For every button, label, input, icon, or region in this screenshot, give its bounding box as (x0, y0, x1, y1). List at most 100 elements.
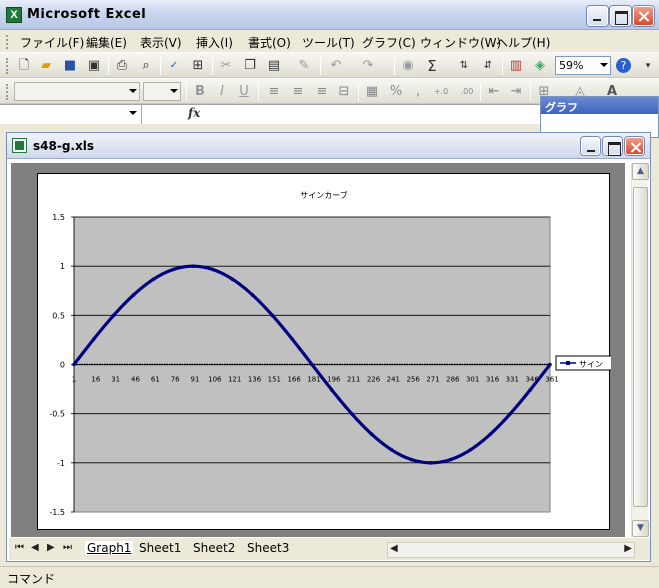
align-center-icon[interactable]: ≡ (290, 84, 306, 100)
y-tick-label: 1.5 (52, 213, 65, 222)
decrease-decimal-icon[interactable]: .00 +.0 (456, 84, 478, 112)
menu-view[interactable]: 表示(V) (140, 34, 182, 51)
format-painter-icon[interactable]: ✎ (296, 58, 312, 74)
increase-decimal-icon[interactable]: +.0 .00 (430, 84, 452, 112)
scroll-left-icon[interactable]: ◀ (390, 543, 398, 554)
data-point (429, 461, 433, 465)
italic-icon[interactable]: I (214, 84, 230, 100)
data-point (72, 362, 76, 367)
print-preview-icon[interactable]: ⌕ (138, 58, 154, 74)
y-axis[interactable]: -1.5 -1 -0.5 0 0.5 1 1.5 (49, 213, 75, 517)
bold-icon[interactable]: B (192, 84, 208, 100)
insert-function-icon[interactable]: fx (188, 106, 200, 120)
menu-window[interactable]: ウィンドウ(W) (420, 34, 501, 51)
font-name-select[interactable] (14, 82, 140, 101)
x-tick-label: 166 (287, 376, 301, 384)
comma-icon[interactable]: , (410, 84, 426, 100)
legend[interactable]: サイン (555, 355, 611, 371)
new-icon[interactable]: 🗋 (16, 58, 32, 74)
data-point (230, 277, 235, 282)
workbook-close-button[interactable] (625, 137, 644, 155)
percent-icon[interactable]: % (388, 84, 404, 100)
scroll-right-icon[interactable]: ▶ (624, 543, 632, 554)
print-icon[interactable]: ⎙ (114, 58, 130, 74)
undo-icon[interactable]: ↶ (328, 58, 344, 74)
menu-help[interactable]: ヘルプ(H) (496, 34, 550, 51)
horizontal-scrollbar[interactable]: ◀ ▶ (387, 542, 635, 558)
data-point (92, 337, 96, 341)
menu-edit[interactable]: 編集(E) (86, 34, 127, 51)
save-icon[interactable]: ■ (62, 58, 78, 74)
chart-area[interactable]: サインカーブ -1.5 -1 -0.5 0 0.5 1 1.5 1 16 31 46 61 76 91 1… (37, 173, 611, 531)
decrease-indent-icon[interactable]: ⇤ (486, 84, 502, 100)
redo-icon[interactable]: ↷ (360, 58, 376, 74)
drawing-icon[interactable]: ◈ (532, 58, 548, 74)
chart-toolbar-title[interactable]: グラフ (541, 97, 658, 114)
spelling-icon[interactable]: ✓ (166, 58, 182, 74)
toolbar-separator (160, 57, 161, 75)
menu-grip[interactable] (6, 35, 9, 49)
merge-center-icon[interactable]: ⊟ (336, 84, 352, 100)
increase-indent-icon[interactable]: ⇥ (508, 84, 524, 100)
sine-chart[interactable]: サインカーブ -1.5 -1 -0.5 0 0.5 1 1.5 1 16 31 46 61 76 91 1… (38, 174, 611, 531)
scroll-up-button[interactable]: ▲ (632, 163, 649, 180)
chart-title[interactable]: サインカーブ (300, 190, 348, 200)
menu-insert[interactable]: 挿入(I) (196, 34, 233, 51)
help-icon[interactable]: ? (616, 58, 631, 73)
tab-sheet1[interactable]: Sheet1 (139, 541, 181, 555)
menu-chart[interactable]: グラフ(C) (362, 34, 416, 51)
minimize-button[interactable] (587, 6, 608, 26)
tab-sheet2[interactable]: Sheet2 (193, 541, 235, 555)
data-point (548, 362, 552, 367)
font-size-select[interactable] (143, 82, 181, 101)
autosum-icon[interactable]: Σ (424, 58, 440, 74)
copy-icon[interactable]: ❐ (242, 58, 258, 74)
menu-file[interactable]: ファイル(F) (20, 34, 84, 51)
prev-sheet-icon[interactable]: ◀ (31, 542, 39, 553)
workbook-window: s48-g.xls サインカーブ -1.5 -1 -0.5 0 0.5 1 1.5 1 16 3… (6, 132, 651, 562)
toolbar-grip[interactable] (6, 58, 9, 74)
scroll-thumb[interactable] (633, 187, 648, 507)
research-icon[interactable]: ⊞ (190, 58, 206, 74)
hyperlink-icon[interactable]: ◉ (400, 58, 416, 74)
legend-label: サイン (579, 360, 603, 369)
first-sheet-icon[interactable]: ⏮ (15, 542, 24, 553)
close-button[interactable] (633, 6, 654, 26)
scroll-down-button[interactable]: ▼ (632, 520, 649, 537)
tab-sheet3[interactable]: Sheet3 (247, 541, 289, 555)
align-left-icon[interactable]: ≡ (266, 84, 282, 100)
workbook-maximize-button[interactable] (603, 137, 622, 156)
tab-graph1[interactable]: Graph1 (85, 541, 134, 555)
excel-window: X Microsoft Excel ファイル(F) 編集(E) 表示(V) 挿入… (0, 0, 659, 588)
next-sheet-icon[interactable]: ▶ (47, 542, 55, 553)
currency-icon[interactable]: ▦ (364, 84, 380, 100)
paste-icon[interactable]: ▤ (266, 58, 282, 74)
x-tick-label: 196 (327, 376, 341, 384)
maximize-button[interactable] (610, 6, 631, 26)
zoom-select[interactable]: 59% (555, 56, 611, 75)
menu-format[interactable]: 書式(O) (248, 34, 291, 51)
chart-wizard-icon[interactable]: ▥ (508, 58, 524, 74)
menu-tools[interactable]: ツール(T) (302, 34, 355, 51)
sort-desc-icon[interactable]: ⇵ (480, 58, 496, 74)
name-box[interactable] (0, 105, 142, 124)
open-icon[interactable]: ▰ (38, 58, 54, 74)
last-sheet-icon[interactable]: ⏭ (63, 542, 72, 553)
vertical-scrollbar[interactable]: ▲ ▼ (631, 163, 649, 537)
workbook-icon[interactable] (12, 138, 27, 153)
cut-icon[interactable]: ✂ (218, 58, 234, 74)
data-point (310, 362, 314, 367)
x-tick-label: 91 (191, 376, 200, 384)
x-tick-label: 301 (466, 376, 479, 384)
permission-icon[interactable]: ▣ (86, 58, 102, 74)
toolbar-options-icon[interactable]: ▾ (640, 58, 656, 74)
align-right-icon[interactable]: ≡ (314, 84, 330, 100)
workbook-minimize-button[interactable] (581, 137, 600, 155)
toolbar-grip[interactable] (6, 84, 9, 100)
underline-icon[interactable]: U (236, 84, 252, 100)
data-point (528, 388, 532, 392)
y-tick-label: -1.5 (49, 508, 65, 517)
sort-asc-icon[interactable]: ⇅ (456, 58, 472, 74)
x-tick-label: 241 (387, 376, 400, 384)
excel-app-icon[interactable]: X (6, 7, 22, 23)
